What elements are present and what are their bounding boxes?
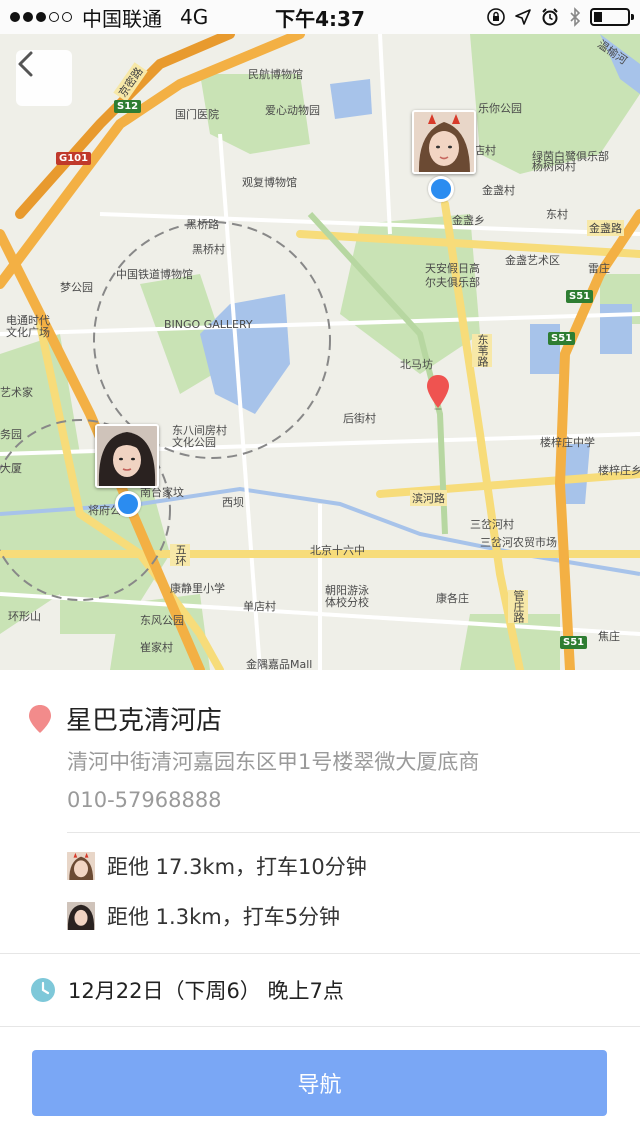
map-label: BINGO GALLERY bbox=[164, 318, 253, 331]
map-label: 大厦 bbox=[0, 462, 22, 475]
map-label: 金盏村 bbox=[482, 184, 515, 197]
map-label: 金盏乡 bbox=[452, 214, 485, 227]
place-address: 清河中街清河嘉园东区甲1号楼翠微大厦底商 bbox=[67, 750, 480, 774]
divider bbox=[0, 953, 640, 954]
destination-pin-icon[interactable] bbox=[426, 374, 450, 410]
map-label: 民航博物馆 bbox=[248, 68, 303, 81]
divider bbox=[67, 832, 640, 833]
highway-shield: S51 bbox=[566, 290, 594, 303]
carrier-name: 中国联通 bbox=[82, 6, 162, 31]
status-bar: 中国联通 4G 下午4:37 bbox=[0, 0, 640, 34]
avatar-dark-hair-icon bbox=[97, 426, 157, 486]
place-name: 星巴克清河店 bbox=[66, 706, 223, 736]
rotation-lock-icon bbox=[487, 8, 505, 26]
clock-icon bbox=[31, 978, 55, 1002]
map-label: 金隅嘉品Mall bbox=[246, 658, 313, 670]
user-location-dot bbox=[115, 491, 141, 517]
map-label: 楼梓庄乡 bbox=[598, 464, 640, 477]
map-label: 雷庄 bbox=[588, 262, 610, 275]
map-label: 金盏艺术区 bbox=[505, 254, 560, 267]
back-button[interactable] bbox=[16, 50, 72, 106]
map-label: 康各庄 bbox=[436, 592, 469, 605]
map-label: 东风公园 bbox=[140, 614, 184, 627]
map-label: 文化公园 bbox=[172, 436, 216, 449]
map-label: 东村 bbox=[546, 208, 568, 221]
highway-shield: G101 bbox=[56, 152, 92, 165]
avatar-devil-horns-icon bbox=[67, 852, 95, 880]
map-label: 梦公园 bbox=[60, 281, 93, 294]
map-label: 五环 bbox=[170, 544, 190, 566]
map-label: 黑桥村 bbox=[192, 243, 225, 256]
map-label: 尔夫俱乐部 bbox=[425, 276, 480, 289]
location-arrow-icon bbox=[515, 9, 531, 25]
signal-strength-icon bbox=[10, 12, 72, 22]
map-label: 店村 bbox=[474, 144, 496, 157]
avatar bbox=[67, 901, 95, 931]
schedule-time: 12月22日（下周6） 晚上7点 bbox=[68, 979, 344, 1003]
place-phone[interactable]: 010-57968888 bbox=[67, 788, 222, 812]
map-label: 滨河路 bbox=[410, 490, 447, 506]
network-type: 4G bbox=[180, 5, 209, 29]
map-label: 务园 bbox=[0, 428, 22, 441]
map-label: 三岔河村 bbox=[470, 518, 514, 531]
user-avatar-marker[interactable] bbox=[95, 424, 159, 488]
avatar-devil-horns-icon bbox=[414, 112, 474, 172]
user-location-dot bbox=[428, 176, 454, 202]
distance-text: 距他 1.3km，打车5分钟 bbox=[107, 905, 341, 929]
map-pin-icon bbox=[29, 704, 51, 733]
map-label: 环形山 bbox=[8, 610, 41, 623]
distance-row: 距他 1.3km，打车5分钟 bbox=[67, 901, 340, 931]
map-label: 杨树岗村 bbox=[532, 160, 576, 173]
map-label: 东苇路 bbox=[472, 334, 492, 367]
highway-shield: S51 bbox=[560, 636, 588, 649]
map-label: 康静里小学 bbox=[170, 582, 225, 595]
highway-shield: S51 bbox=[548, 332, 576, 345]
chevron-left-icon bbox=[18, 51, 33, 77]
avatar bbox=[67, 851, 95, 881]
map-label: 楼梓庄中学 bbox=[540, 436, 595, 449]
map-label: 黑桥路 bbox=[186, 218, 219, 231]
map-view[interactable]: 民航博物馆 国门医院 爱心动物园 观复博物馆 黑桥路 黑桥村 中国铁道博物馆 梦… bbox=[0, 34, 640, 670]
map-label: 中国铁道博物馆 bbox=[116, 268, 193, 281]
map-label: 崔家村 bbox=[140, 641, 173, 654]
map-label: 艺术家 bbox=[0, 386, 33, 399]
map-label: 国门医院 bbox=[175, 108, 219, 121]
map-label: 后街村 bbox=[343, 412, 376, 425]
avatar-dark-hair-icon bbox=[67, 902, 95, 930]
map-label: 北京十六中 bbox=[310, 544, 365, 557]
place-info-panel: 星巴克清河店 清河中街清河嘉园东区甲1号楼翠微大厦底商 010-57968888… bbox=[0, 670, 640, 1138]
map-label: 乐你公园 bbox=[478, 102, 522, 115]
schedule-row: 12月22日（下周6） 晚上7点 bbox=[30, 975, 344, 1005]
map-label: 观复博物馆 bbox=[242, 176, 297, 189]
map-label: 金盏路 bbox=[587, 220, 624, 236]
user-avatar-marker[interactable] bbox=[412, 110, 476, 174]
divider bbox=[0, 1026, 640, 1027]
map-label: 西坝 bbox=[222, 496, 244, 509]
map-label: 单店村 bbox=[243, 600, 276, 613]
map-label: 管庄路 bbox=[508, 590, 528, 623]
map-label: 体校分校 bbox=[325, 596, 369, 609]
distance-text: 距他 17.3km，打车10分钟 bbox=[107, 855, 367, 879]
bluetooth-icon bbox=[570, 7, 581, 27]
map-label: 文化广场 bbox=[6, 326, 50, 339]
distance-row: 距他 17.3km，打车10分钟 bbox=[67, 851, 367, 881]
navigate-button[interactable]: 导航 bbox=[32, 1050, 607, 1116]
highway-shield: S12 bbox=[114, 100, 142, 113]
map-label: 爱心动物园 bbox=[265, 104, 320, 117]
map-label: 焦庄 bbox=[598, 630, 620, 643]
map-label: 北马坊 bbox=[400, 358, 433, 371]
map-label: 三岔河农贸市场 bbox=[480, 536, 557, 549]
map-base bbox=[0, 34, 640, 670]
battery-icon bbox=[590, 8, 634, 26]
alarm-icon bbox=[542, 8, 558, 26]
